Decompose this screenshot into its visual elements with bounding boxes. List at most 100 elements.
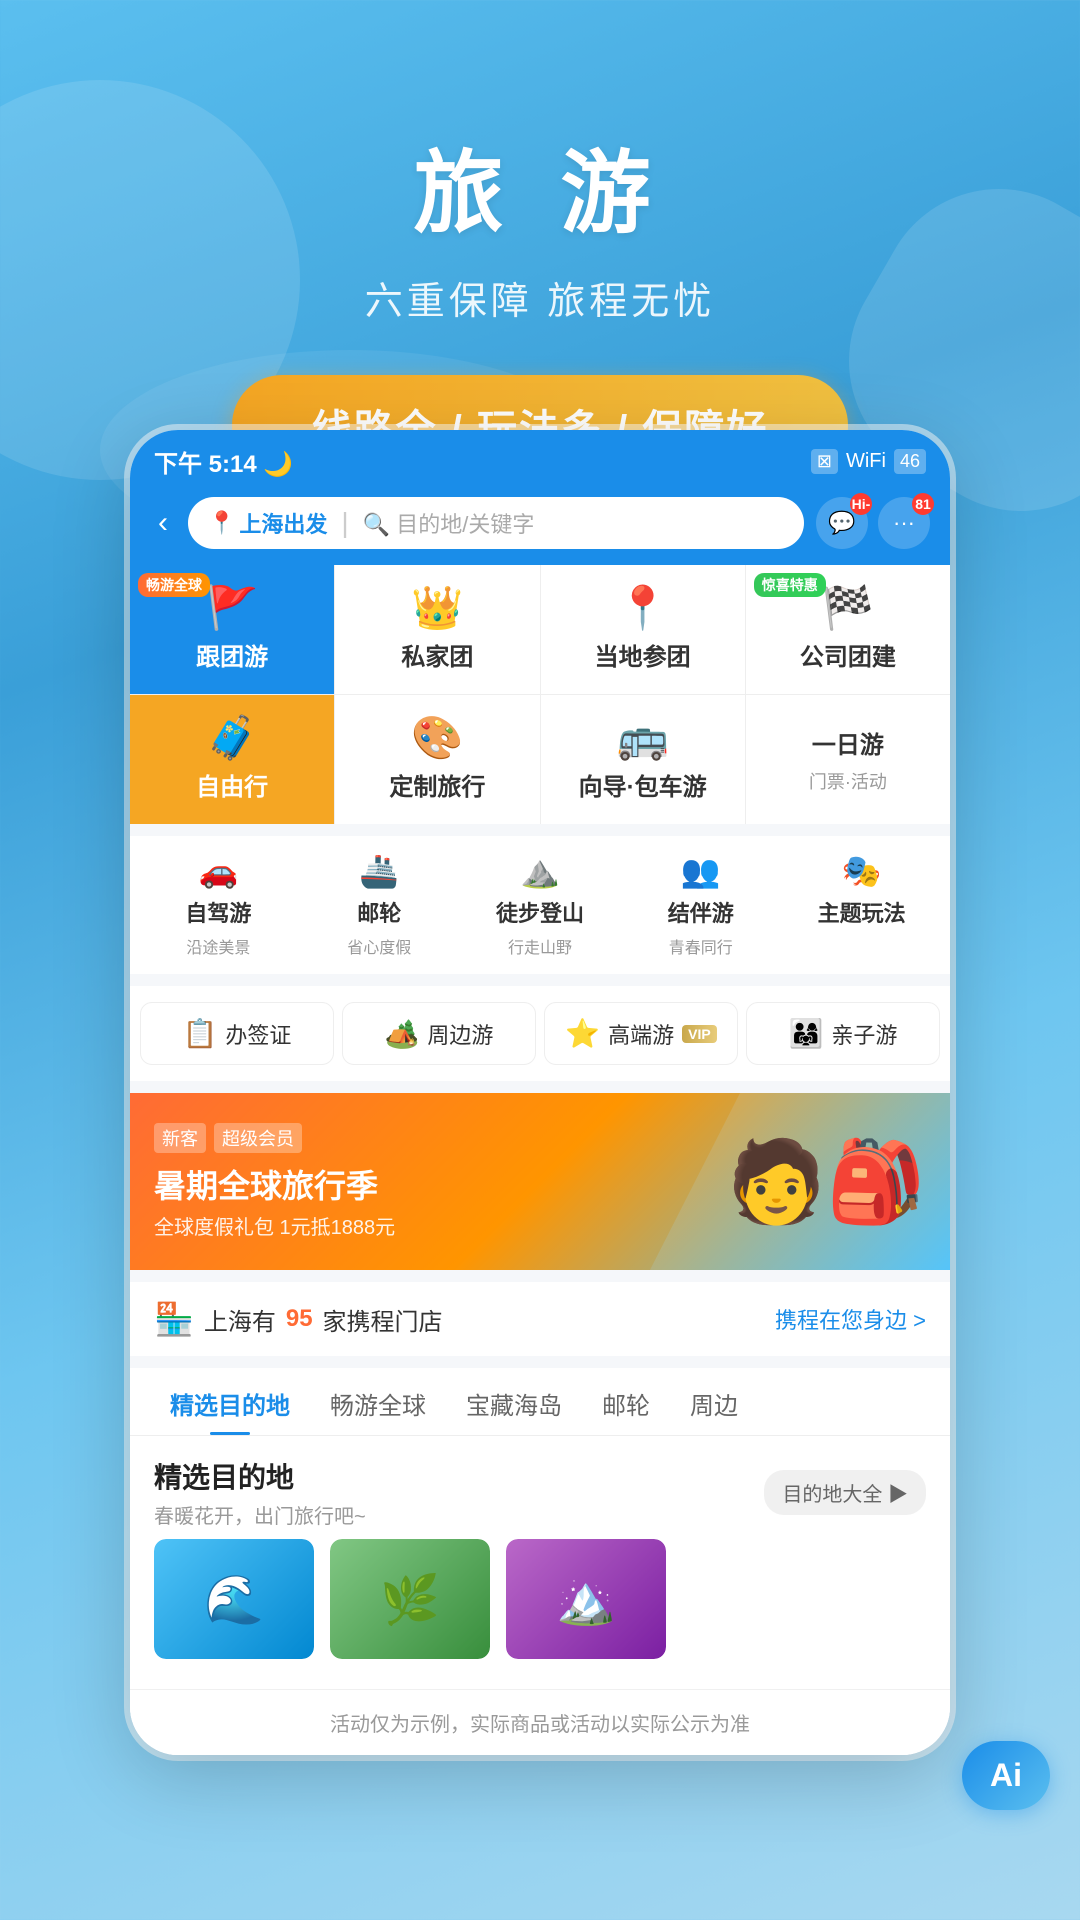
category-local-tour[interactable]: 📍 当地参团	[541, 565, 745, 694]
cat-self-drive[interactable]: 🚗 自驾游 沿途美景	[140, 852, 297, 958]
search-bar[interactable]: 📍 上海出发 | 🔍 目的地/关键字	[188, 497, 804, 549]
hero-subtitle: 六重保障 旅程无忧	[0, 270, 1080, 325]
family-icon: 👨‍👩‍👧	[789, 1017, 824, 1050]
hero-title: 旅 游	[0, 120, 1080, 250]
avatar-button[interactable]: 💬 Hi-	[816, 497, 868, 549]
more-dots: ···	[893, 510, 915, 536]
category-custom-travel[interactable]: 🎨 定制旅行	[335, 695, 539, 824]
cruise-icon: 🚢	[359, 852, 399, 890]
theme-label: 主题玩法	[818, 896, 906, 928]
self-drive-icon: 🚗	[198, 852, 238, 890]
store-icon: 🏪	[154, 1300, 194, 1338]
hiking-sub: 行走山野	[508, 934, 572, 958]
destination-thumbnails: 🌊 🌿 🏔️	[154, 1539, 926, 1669]
nearby-icon: 🏕️	[385, 1017, 420, 1050]
guide-bus-icon: 🚌	[616, 717, 668, 759]
avatar-icon: 💬	[828, 510, 855, 536]
store-count: 95	[286, 1305, 313, 1333]
guide-bus-label: 向导·包车游	[579, 767, 707, 802]
category-grid: 畅游全球 🚩 跟团游 👑 私家团 📍 当地参团 惊喜特惠 🏁 公司团建 🧳 自由…	[130, 565, 950, 824]
dest-thumb-1[interactable]: 🌊	[154, 1539, 314, 1659]
cruise-label: 邮轮	[357, 896, 401, 928]
promo-banner[interactable]: 新客 超级会员 暑期全球旅行季 全球度假礼包 1元抵1888元 🧑‍🎒	[130, 1093, 950, 1270]
destination-title: 精选目的地	[154, 1456, 366, 1496]
battery-icon: 46	[894, 449, 926, 474]
service-nearby[interactable]: 🏕️ 周边游	[342, 1002, 536, 1065]
category-guide-bus[interactable]: 🚌 向导·包车游	[541, 695, 745, 824]
group-tour-label: 跟团游	[196, 637, 268, 672]
small-category-row: 🚗 自驾游 沿途美景 🚢 邮轮 省心度假 ⛰️ 徒步登山 行走山野 👥 结伴游 …	[130, 836, 950, 974]
store-link[interactable]: 携程在您身边 >	[775, 1303, 926, 1335]
companion-icon: 👥	[681, 852, 721, 890]
screen-icon: ⊠	[811, 449, 838, 474]
location-icon: 📍	[208, 510, 235, 536]
company-tour-icon: 🏁	[822, 587, 874, 629]
free-travel-icon: 🧳	[206, 717, 258, 759]
tabs-row: 精选目的地 畅游全球 宝藏海岛 邮轮 周边	[130, 1368, 950, 1436]
tab-selected-dest[interactable]: 精选目的地	[150, 1368, 310, 1435]
store-left: 🏪 上海有 95 家携程门店	[154, 1300, 443, 1338]
destination-header: 精选目的地 春暖花开，出门旅行吧~ 目的地大全 ▶	[154, 1456, 926, 1529]
visa-label: 办签证	[225, 1018, 291, 1050]
search-input[interactable]: 🔍 目的地/关键字	[363, 507, 784, 539]
cat-theme[interactable]: 🎭 主题玩法	[783, 852, 940, 958]
status-time: 下午 5:14 🌙	[154, 444, 293, 479]
cruise-sub: 省心度假	[347, 934, 411, 958]
local-tour-icon: 📍	[616, 587, 668, 629]
service-luxury[interactable]: ⭐ 高端游 VIP	[544, 1002, 738, 1065]
banner-character: 🧑‍🎒	[727, 1135, 926, 1229]
companion-label: 结伴游	[668, 896, 734, 928]
more-button[interactable]: ··· 81	[878, 497, 930, 549]
search-divider: |	[341, 507, 348, 539]
wifi-icon: WiFi	[846, 450, 886, 473]
banner-main-text: 暑期全球旅行季	[154, 1161, 395, 1207]
luxury-icon: ⭐	[565, 1017, 600, 1050]
family-label: 亲子游	[831, 1018, 897, 1050]
nearby-label: 周边游	[427, 1018, 493, 1050]
back-button[interactable]: ‹	[150, 502, 176, 544]
dest-thumb-2[interactable]: 🌿	[330, 1539, 490, 1659]
vip-badge: VIP	[682, 1025, 717, 1043]
service-visa[interactable]: 📋 办签证	[140, 1002, 334, 1065]
disclaimer: 活动仅为示例，实际商品或活动以实际公示为准	[130, 1689, 950, 1755]
day-trip-label: 一日游	[812, 725, 884, 760]
tab-island[interactable]: 宝藏海岛	[446, 1368, 582, 1435]
cat-cruise[interactable]: 🚢 邮轮 省心度假	[301, 852, 458, 958]
self-drive-sub: 沿途美景	[186, 934, 250, 958]
cat-tag-global: 畅游全球	[138, 573, 210, 597]
banner-sub-text: 全球度假礼包 1元抵1888元	[154, 1211, 395, 1240]
ai-button[interactable]: Ai	[962, 1741, 1050, 1810]
destination-all-button[interactable]: 目的地大全 ▶	[764, 1470, 926, 1515]
hiking-icon: ⛰️	[520, 852, 560, 890]
status-bar: 下午 5:14 🌙 ⊠ WiFi 46	[130, 430, 950, 487]
tab-cruise[interactable]: 邮轮	[582, 1368, 670, 1435]
category-group-tour[interactable]: 畅游全球 🚩 跟团游	[130, 565, 334, 694]
header-actions: 💬 Hi- ··· 81	[816, 497, 930, 549]
category-day-trip[interactable]: 一日游 门票·活动	[746, 695, 950, 824]
banner-text: 新客 超级会员 暑期全球旅行季 全球度假礼包 1元抵1888元	[154, 1123, 395, 1240]
local-tour-label: 当地参团	[595, 637, 691, 672]
moon-icon: 🌙	[263, 451, 293, 478]
group-tour-icon: 🚩	[206, 587, 258, 629]
store-text2: 家携程门店	[323, 1302, 443, 1337]
cat-hiking[interactable]: ⛰️ 徒步登山 行走山野	[462, 852, 619, 958]
store-info: 🏪 上海有 95 家携程门店 携程在您身边 >	[130, 1282, 950, 1356]
tab-global[interactable]: 畅游全球	[310, 1368, 446, 1435]
destination-title-group: 精选目的地 春暖花开，出门旅行吧~	[154, 1456, 366, 1529]
cat-tag-special: 惊喜特惠	[754, 573, 826, 597]
category-company-tour[interactable]: 惊喜特惠 🏁 公司团建	[746, 565, 950, 694]
app-header: ‹ 📍 上海出发 | 🔍 目的地/关键字 💬 Hi- ··· 81	[130, 487, 950, 565]
cat-companion[interactable]: 👥 结伴游 青春同行	[622, 852, 779, 958]
free-travel-label: 自由行	[196, 767, 268, 802]
dest-thumb-3[interactable]: 🏔️	[506, 1539, 666, 1659]
category-private-tour[interactable]: 👑 私家团	[335, 565, 539, 694]
company-tour-label: 公司团建	[800, 637, 896, 672]
hiking-label: 徒步登山	[496, 896, 584, 928]
tab-nearby[interactable]: 周边	[670, 1368, 758, 1435]
category-free-travel[interactable]: 🧳 自由行	[130, 695, 334, 824]
hi-badge: Hi-	[850, 493, 872, 515]
phone-mockup: 下午 5:14 🌙 ⊠ WiFi 46 ‹ 📍 上海出发 | 🔍 目的地/关键字…	[130, 430, 950, 1755]
day-trip-sublabel: 门票·活动	[809, 768, 887, 794]
search-icon: 🔍	[363, 512, 390, 537]
service-family[interactable]: 👨‍👩‍👧 亲子游	[746, 1002, 940, 1065]
